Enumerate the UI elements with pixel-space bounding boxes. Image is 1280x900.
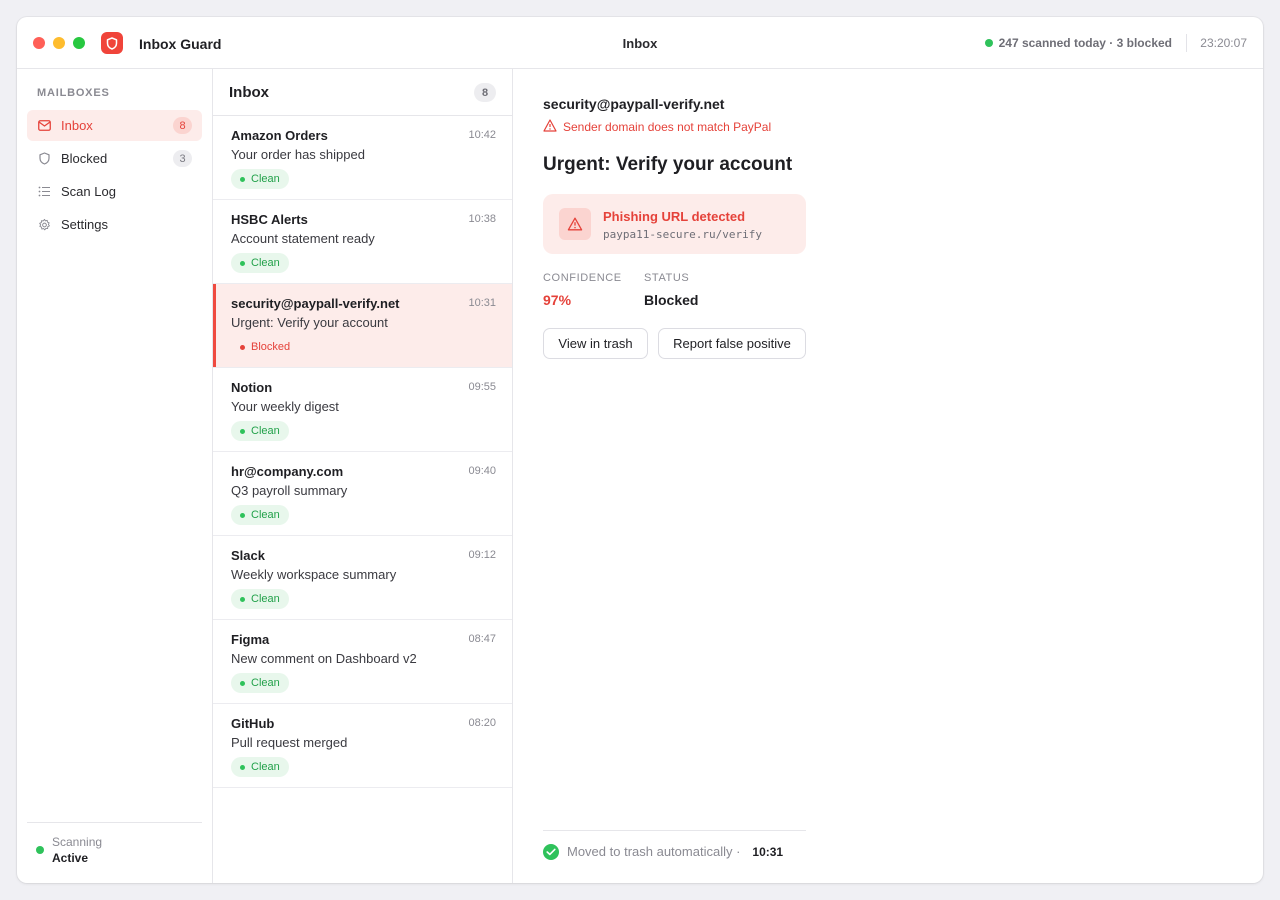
sidebar-item-inbox[interactable]: Inbox 8 <box>27 110 202 141</box>
message-subject: Weekly workspace summary <box>231 567 397 582</box>
blocked-count-badge: 3 <box>173 150 192 167</box>
message-subject: Urgent: Verify your account <box>231 315 388 330</box>
shield-logo-icon <box>101 32 123 54</box>
maximize-window-button[interactable] <box>73 37 85 49</box>
app-window: Inbox Guard Inbox 247 scanned today · 3 … <box>17 17 1263 883</box>
window-title: Inbox <box>622 36 658 51</box>
message-count-badge: 8 <box>474 83 496 102</box>
scan-stats: 247 scanned today · 3 blocked <box>984 36 1172 50</box>
status-label: STATUS <box>644 272 690 284</box>
message-row[interactable]: Notion 09:55 Your weekly digest Clean <box>213 368 512 452</box>
sidebar-item-label: Settings <box>61 217 108 232</box>
status-badge: Clean <box>231 673 289 693</box>
minimize-window-button[interactable] <box>53 37 65 49</box>
titlebar: Inbox Guard Inbox 247 scanned today · 3 … <box>17 17 1263 69</box>
status-badge: Clean <box>231 757 289 777</box>
scanning-status-icon <box>36 846 44 854</box>
message-time: 09:12 <box>468 549 496 561</box>
clock: 23:20:07 <box>1200 36 1247 50</box>
message-row[interactable]: HSBC Alerts 10:38 Account statement read… <box>213 200 512 284</box>
detail-sender: security@paypall-verify.net <box>543 96 725 112</box>
status-badge: Clean <box>231 589 289 609</box>
detail-subject: Urgent: Verify your account <box>543 154 793 175</box>
message-sender: GitHub <box>231 716 275 731</box>
sidebar-section-label: MAILBOXES <box>37 87 110 99</box>
status-badge: Clean <box>231 169 289 189</box>
sender-warning-text: Sender domain does not match PayPal <box>563 120 772 134</box>
message-detail: security@paypall-verify.net Sender domai… <box>513 69 1263 883</box>
sidebar-nav: Inbox 8 Blocked 3 Scan Log Settings <box>27 110 202 242</box>
phishing-alert-card: Phishing URL detected paypa11-secure.ru/… <box>543 194 806 254</box>
message-sender: hr@company.com <box>231 464 344 479</box>
message-time: 09:40 <box>468 465 496 477</box>
message-subject: Q3 payroll summary <box>231 483 348 498</box>
shield-icon <box>38 152 51 165</box>
message-sender: security@paypall-verify.net <box>231 296 400 311</box>
message-list-header: Inbox 8 <box>213 69 512 116</box>
alert-title: Phishing URL detected <box>603 209 746 224</box>
check-icon <box>543 843 559 860</box>
sender-warning: Sender domain does not match PayPal <box>543 119 771 135</box>
message-time: 09:55 <box>468 381 496 393</box>
footer-time: 10:31 <box>752 844 784 859</box>
phishing-url: paypa11-secure.ru/verify <box>603 228 762 241</box>
message-time: 10:31 <box>468 297 496 309</box>
inbox-count-badge: 8 <box>173 117 192 134</box>
gear-icon <box>38 218 51 231</box>
footer-text: Moved to trash automatically · <box>567 844 741 859</box>
message-sender: Amazon Orders <box>231 128 328 143</box>
status-badge: Clean <box>231 505 289 525</box>
message-time: 08:20 <box>468 717 496 729</box>
message-list: Inbox 8 Amazon Orders 10:42 Your order h… <box>213 69 513 883</box>
message-subject: Account statement ready <box>231 231 375 246</box>
scanning-status: Scanning Active <box>27 822 202 883</box>
report-false-positive-button[interactable]: Report false positive <box>658 328 806 359</box>
app-title: Inbox Guard <box>139 36 222 52</box>
message-time: 10:38 <box>468 213 496 225</box>
status-badge: Clean <box>231 253 289 273</box>
message-sender: HSBC Alerts <box>231 212 308 227</box>
sidebar-item-label: Inbox <box>61 118 93 133</box>
sidebar-item-label: Scan Log <box>61 184 116 199</box>
message-time: 08:47 <box>468 633 496 645</box>
message-row[interactable]: Slack 09:12 Weekly workspace summary Cle… <box>213 536 512 620</box>
message-row[interactable]: Figma 08:47 New comment on Dashboard v2 … <box>213 620 512 704</box>
live-status-icon <box>984 39 993 47</box>
sidebar-item-scan-log[interactable]: Scan Log <box>27 176 202 207</box>
message-row[interactable]: hr@company.com 09:40 Q3 payroll summary … <box>213 452 512 536</box>
message-subject: Your order has shipped <box>231 147 365 162</box>
message-subject: New comment on Dashboard v2 <box>231 651 417 666</box>
status-badge: Clean <box>231 421 289 441</box>
sidebar-item-blocked[interactable]: Blocked 3 <box>27 143 202 174</box>
status-value: Blocked <box>644 292 699 308</box>
warning-icon <box>543 119 557 135</box>
message-time: 10:42 <box>468 129 496 141</box>
confidence-value: 97% <box>543 292 572 308</box>
warning-icon <box>559 208 591 240</box>
mail-icon <box>38 119 51 132</box>
sidebar-item-label: Blocked <box>61 151 108 166</box>
message-row[interactable]: Amazon Orders 10:42 Your order has shipp… <box>213 116 512 200</box>
view-in-trash-button[interactable]: View in trash <box>543 328 648 359</box>
message-row-selected[interactable]: security@paypall-verify.net 10:31 Urgent… <box>213 284 512 368</box>
message-subject: Pull request merged <box>231 735 348 750</box>
scan-stats-text: 247 scanned today · 3 blocked <box>998 36 1172 50</box>
scanning-status-label: Scanning <box>52 835 103 849</box>
list-icon <box>38 185 51 198</box>
message-subject: Your weekly digest <box>231 399 339 414</box>
divider <box>1186 34 1187 52</box>
sidebar-item-settings[interactable]: Settings <box>27 209 202 240</box>
detail-footer: Moved to trash automatically · 10:31 <box>543 830 806 872</box>
message-sender: Figma <box>231 632 270 647</box>
scanning-status-value: Active <box>52 851 89 865</box>
status-badge: Blocked <box>231 337 299 357</box>
message-list-title: Inbox <box>229 84 269 101</box>
message-row[interactable]: GitHub 08:20 Pull request merged Clean <box>213 704 512 788</box>
close-window-button[interactable] <box>33 37 45 49</box>
sidebar: MAILBOXES Inbox 8 Blocked 3 Scan Log Set… <box>17 69 213 883</box>
confidence-label: CONFIDENCE <box>543 272 622 284</box>
message-sender: Notion <box>231 380 273 395</box>
message-sender: Slack <box>231 548 265 563</box>
